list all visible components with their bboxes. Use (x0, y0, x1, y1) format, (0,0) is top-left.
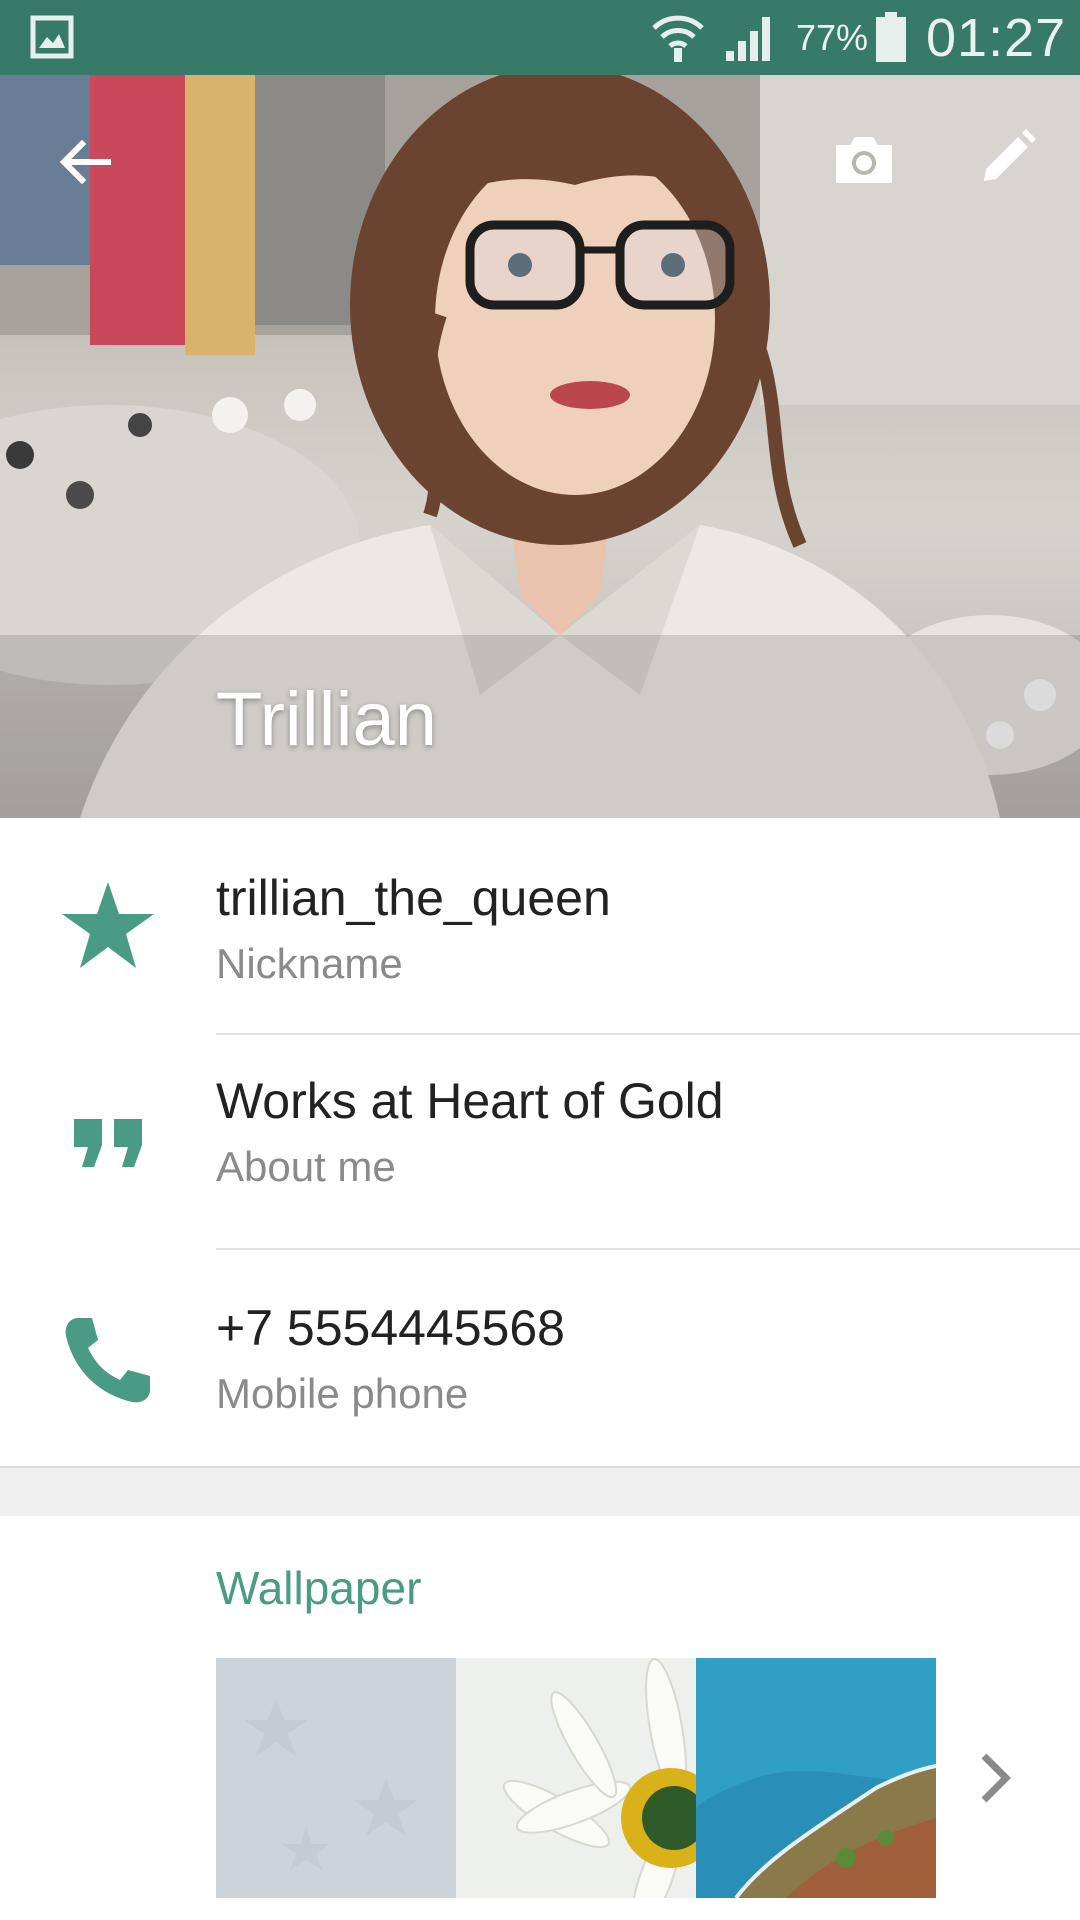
quote-icon (74, 1119, 142, 1167)
wifi-icon (652, 15, 704, 62)
battery-percent: 77% (796, 17, 869, 58)
about-row[interactable]: Works at Heart of Gold About me (0, 1035, 1080, 1248)
phone-number[interactable]: +7 5554445568 (216, 1298, 565, 1358)
phone-icon[interactable] (60, 1312, 156, 1408)
phone-label: Mobile phone (216, 1370, 469, 1417)
wallpaper-thumbnail-coastline[interactable] (696, 1658, 936, 1898)
contact-name: Trillian (216, 677, 437, 762)
pencil-icon[interactable] (976, 125, 1040, 189)
nickname-row[interactable]: trillian_the_queen Nickname (0, 818, 1080, 1034)
status-bar: 77% 01:27 (0, 0, 1080, 75)
about-label: About me (216, 1143, 396, 1190)
chevron-right-icon[interactable] (968, 1746, 1024, 1810)
wallpaper-thumbnail-pattern[interactable] (216, 1658, 456, 1898)
daisy-image (456, 1658, 696, 1898)
section-separator (0, 1466, 1080, 1516)
gallery-icon (30, 15, 74, 59)
pattern-image (216, 1658, 456, 1898)
nickname-value: trillian_the_queen (216, 870, 611, 926)
wallpaper-title: Wallpaper (216, 1562, 422, 1614)
back-arrow-icon[interactable] (52, 130, 116, 194)
camera-icon[interactable] (832, 127, 896, 191)
wallpaper-thumbnail-daisy[interactable] (456, 1658, 696, 1898)
clock: 01:27 (926, 8, 1067, 68)
signal-icon (726, 17, 770, 61)
about-value: Works at Heart of Gold (216, 1073, 724, 1129)
star-icon (62, 882, 154, 968)
phone-row[interactable]: +7 5554445568 Mobile phone (0, 1250, 1080, 1466)
nickname-label: Nickname (216, 940, 403, 987)
coastline-image (696, 1658, 936, 1898)
contact-photo[interactable]: Trillian (0, 75, 1080, 818)
battery-icon (876, 12, 906, 62)
profile-photo-image (0, 75, 1080, 818)
